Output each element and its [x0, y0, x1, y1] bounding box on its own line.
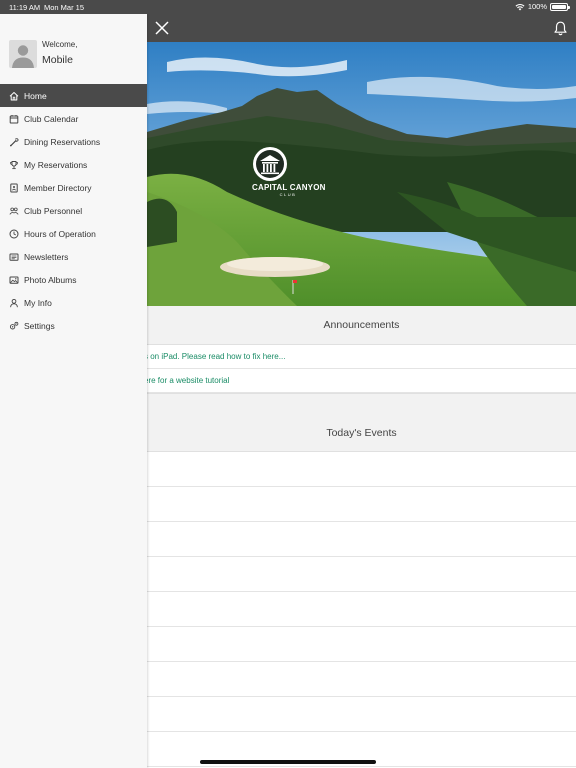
user-name: Mobile — [42, 54, 73, 66]
club-logo: CAPITAL CANYON CLUB — [252, 146, 326, 197]
status-bar: 11:19 AM Mon Mar 15 100% — [0, 0, 576, 14]
wifi-icon — [515, 3, 525, 11]
newspaper-icon — [9, 252, 19, 262]
sidebar-item-label: Home — [24, 90, 47, 101]
calendar-icon — [9, 114, 19, 124]
sidebar-item-club-calendar[interactable]: Club Calendar — [0, 107, 147, 130]
trophy-icon — [9, 160, 19, 170]
sidebar-item-label: Settings — [24, 320, 55, 331]
home-icon — [9, 91, 19, 101]
announcements-header: Announcements — [147, 306, 576, 345]
directory-icon — [9, 183, 19, 193]
event-row[interactable] — [147, 487, 576, 522]
club-logo-sub: CLUB — [279, 192, 297, 197]
sidebar-item-label: Dining Reservations — [24, 136, 101, 147]
photo-icon — [9, 275, 19, 285]
event-row[interactable] — [147, 522, 576, 557]
announcement-link[interactable]: s on iPad. Please read how to fix here..… — [147, 345, 576, 368]
sidebar-item-label: Photo Albums — [24, 274, 77, 285]
sidebar-item-member-directory[interactable]: Member Directory — [0, 176, 147, 199]
event-row[interactable] — [147, 662, 576, 697]
announcement-item[interactable]: ere for a website tutorial — [147, 369, 576, 393]
status-date: Mon Mar 15 — [44, 3, 85, 12]
bell-icon — [553, 21, 567, 35]
sidebar-item-label: My Reservations — [24, 159, 88, 170]
status-indicators: 100% — [515, 2, 570, 11]
announcement-link[interactable]: ere for a website tutorial — [147, 369, 576, 392]
sidebar-item-settings[interactable]: Settings — [0, 314, 147, 337]
close-icon — [155, 21, 169, 35]
hero-image: CAPITAL CANYON CLUB — [147, 42, 576, 306]
home-indicator[interactable] — [200, 760, 376, 764]
close-menu-button[interactable] — [152, 19, 172, 37]
user-silhouette-icon — [12, 45, 34, 68]
sidebar-item-club-personnel[interactable]: Club Personnel — [0, 199, 147, 222]
sidebar-nav: Home Club Calendar Dining Reservations My R… — [0, 84, 147, 337]
event-row[interactable] — [147, 697, 576, 732]
status-time: 11:19 AM — [9, 3, 41, 12]
welcome-label: Welcome, — [42, 40, 78, 49]
battery-percent: 100% — [527, 2, 547, 11]
sidebar-item-home[interactable]: Home — [0, 84, 147, 107]
avatar — [9, 40, 37, 68]
announcement-item[interactable]: s on iPad. Please read how to fix here..… — [147, 345, 576, 369]
sidebar-item-label: Member Directory — [24, 182, 92, 193]
event-row[interactable] — [147, 557, 576, 592]
battery-icon — [550, 2, 570, 11]
event-row[interactable] — [147, 627, 576, 662]
sidebar-item-my-reservations[interactable]: My Reservations — [0, 153, 147, 176]
notifications-button[interactable] — [551, 18, 569, 38]
event-row[interactable] — [147, 592, 576, 627]
sidebar-item-dining-reservations[interactable]: Dining Reservations — [0, 130, 147, 153]
user-icon — [9, 298, 19, 308]
sidebar-item-label: Club Calendar — [24, 113, 79, 124]
sidebar-item-label: Hours of Operation — [24, 228, 96, 239]
sidebar-item-label: My Info — [24, 297, 52, 308]
sidebar-item-label: Club Personnel — [24, 205, 83, 216]
profile-header: Welcome, Mobile — [0, 14, 147, 84]
sidebar-menu: Welcome, Mobile Home Club Calendar Dining … — [0, 14, 147, 768]
club-crest-icon — [253, 147, 287, 181]
clock-icon — [9, 229, 19, 239]
sidebar-item-photo-albums[interactable]: Photo Albums — [0, 268, 147, 291]
sidebar-item-newsletters[interactable]: Newsletters — [0, 245, 147, 268]
gears-icon — [9, 321, 19, 331]
utensils-icon — [9, 137, 19, 147]
sidebar-item-hours-of-operation[interactable]: Hours of Operation — [0, 222, 147, 245]
event-row[interactable] — [147, 452, 576, 487]
club-logo-name: CAPITAL CANYON — [252, 183, 326, 192]
sidebar-item-my-info[interactable]: My Info — [0, 291, 147, 314]
people-icon — [9, 206, 19, 216]
events-header: Today's Events — [147, 393, 576, 452]
sidebar-item-label: Newsletters — [24, 251, 69, 262]
